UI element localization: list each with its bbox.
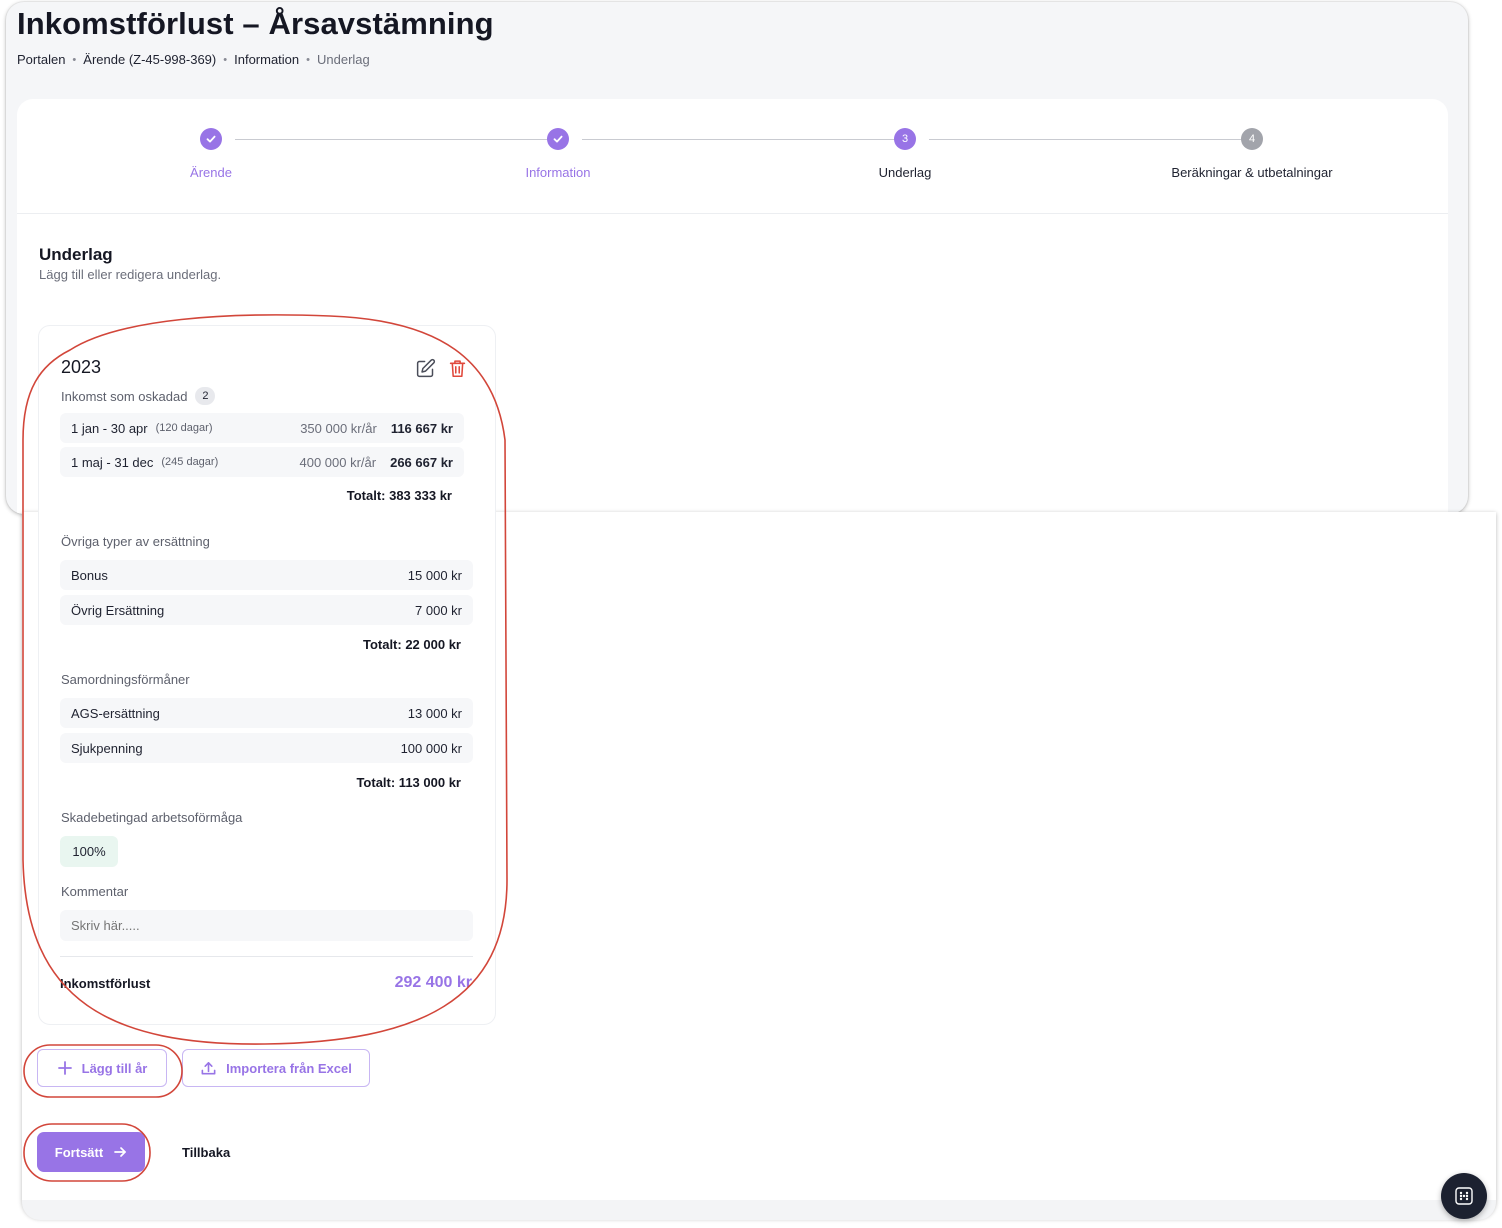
income-amount: 266 667 kr bbox=[390, 454, 453, 470]
add-year-label: Lägg till år bbox=[81, 1060, 148, 1076]
income-label: Inkomst som oskadad 2 bbox=[61, 387, 216, 405]
continue-button[interactable]: Fortsätt bbox=[37, 1132, 145, 1172]
benefit-row: Sjukpenning 100 000 kr bbox=[60, 733, 473, 763]
income-total: Totalt: 383 333 kr bbox=[346, 488, 452, 503]
income-label-text: Inkomst som oskadad bbox=[61, 388, 188, 404]
benefit-value: 100 000 kr bbox=[400, 740, 462, 756]
step-number: 3 bbox=[894, 128, 916, 150]
income-row: 1 maj - 31 dec (245 dagar) 400 000 kr/år… bbox=[60, 447, 464, 477]
breadcrumb-item-information[interactable]: Information bbox=[234, 52, 299, 67]
compensation-label: Övrig Ersättning bbox=[71, 602, 165, 618]
step-label: Ärende bbox=[190, 165, 232, 180]
benefit-row: AGS-ersättning 13 000 kr bbox=[60, 698, 473, 728]
step-berakningar[interactable]: 4 Beräkningar & utbetalningar bbox=[1142, 128, 1362, 180]
page-title: Inkomstförlust – Årsavstämning bbox=[17, 6, 494, 41]
edit-icon[interactable] bbox=[413, 356, 437, 380]
breadcrumb-item-underlag: Underlag bbox=[317, 52, 370, 67]
year-title: 2023 bbox=[61, 357, 102, 377]
work-capacity-label: Skadebetingad arbetsoförmåga bbox=[61, 810, 243, 825]
coordination-benefits-label: Samordningsförmåner bbox=[61, 672, 190, 687]
step-label: Information bbox=[525, 165, 591, 180]
income-loss-value: 292 400 kr bbox=[394, 974, 472, 991]
breadcrumb-separator: • bbox=[223, 53, 228, 66]
upload-icon bbox=[201, 1061, 216, 1074]
arrow-right-icon bbox=[114, 1147, 127, 1157]
compensation-value: 7 000 kr bbox=[415, 602, 462, 618]
income-rate: 400 000 kr/år bbox=[299, 454, 377, 470]
count-badge: 2 bbox=[195, 387, 216, 405]
grid-dots-icon[interactable] bbox=[1441, 1173, 1487, 1219]
section-subtitle: Lägg till eller redigera underlag. bbox=[39, 267, 222, 282]
section-title: Underlag bbox=[39, 245, 113, 264]
compensation-row: Bonus 15 000 kr bbox=[60, 560, 473, 590]
income-period: 1 jan - 30 apr bbox=[71, 420, 148, 436]
benefit-label: AGS-ersättning bbox=[71, 705, 160, 721]
bottom-strip bbox=[22, 1200, 1496, 1220]
step-label: Underlag bbox=[878, 165, 932, 180]
step-underlag[interactable]: 3 Underlag bbox=[795, 128, 1015, 180]
step-arende[interactable]: Ärende bbox=[101, 128, 321, 180]
check-icon bbox=[547, 128, 569, 150]
divider bbox=[60, 956, 473, 957]
import-excel-button[interactable]: Importera från Excel bbox=[182, 1049, 370, 1087]
income-row: 1 jan - 30 apr (120 dagar) 350 000 kr/år… bbox=[60, 413, 464, 443]
breadcrumb-separator: • bbox=[306, 53, 311, 66]
breadcrumb-item-arende[interactable]: Ärende (Z-45-998-369) bbox=[83, 52, 216, 67]
check-icon bbox=[200, 128, 222, 150]
income-rate: 350 000 kr/år bbox=[300, 420, 377, 436]
benefit-value: 13 000 kr bbox=[407, 705, 462, 721]
stepper: Ärende Information 3 Underlag 4 Beräknin… bbox=[17, 99, 1448, 214]
income-amount: 116 667 kr bbox=[390, 420, 453, 436]
continue-label: Fortsätt bbox=[54, 1144, 104, 1160]
compensation-total: Totalt: 22 000 kr bbox=[362, 637, 461, 652]
year-card: 2023 Inkomst som oskadad 2 1 jan - 30 ap… bbox=[38, 325, 496, 1025]
step-information[interactable]: Information bbox=[448, 128, 668, 180]
step-label: Beräkningar & utbetalningar bbox=[1171, 165, 1333, 180]
breadcrumb-item-portalen[interactable]: Portalen bbox=[17, 52, 65, 67]
income-days: (245 dagar) bbox=[161, 456, 219, 468]
compensation-row: Övrig Ersättning 7 000 kr bbox=[60, 595, 473, 625]
comment-input[interactable] bbox=[60, 910, 473, 941]
step-number: 4 bbox=[1241, 128, 1263, 150]
compensation-value: 15 000 kr bbox=[407, 567, 462, 583]
income-loss-label: Inkomstförlust bbox=[60, 976, 151, 991]
income-days: (120 dagar) bbox=[155, 422, 213, 434]
import-excel-label: Importera från Excel bbox=[226, 1060, 352, 1076]
back-button[interactable]: Tillbaka bbox=[174, 1132, 238, 1172]
breadcrumb-separator: • bbox=[72, 53, 77, 66]
breadcrumb: Portalen • Ärende (Z-45-998-369) • Infor… bbox=[17, 52, 370, 67]
trash-icon[interactable] bbox=[445, 356, 469, 380]
benefit-label: Sjukpenning bbox=[71, 740, 143, 756]
work-capacity-chip: 100% bbox=[60, 836, 118, 867]
income-period: 1 maj - 31 dec bbox=[71, 454, 154, 470]
compensation-label: Bonus bbox=[71, 567, 108, 583]
other-compensation-label: Övriga typer av ersättning bbox=[61, 534, 210, 549]
benefit-total: Totalt: 113 000 kr bbox=[356, 775, 461, 790]
plus-icon bbox=[57, 1061, 72, 1075]
add-year-button[interactable]: Lägg till år bbox=[37, 1049, 167, 1087]
comment-label: Kommentar bbox=[61, 884, 129, 899]
